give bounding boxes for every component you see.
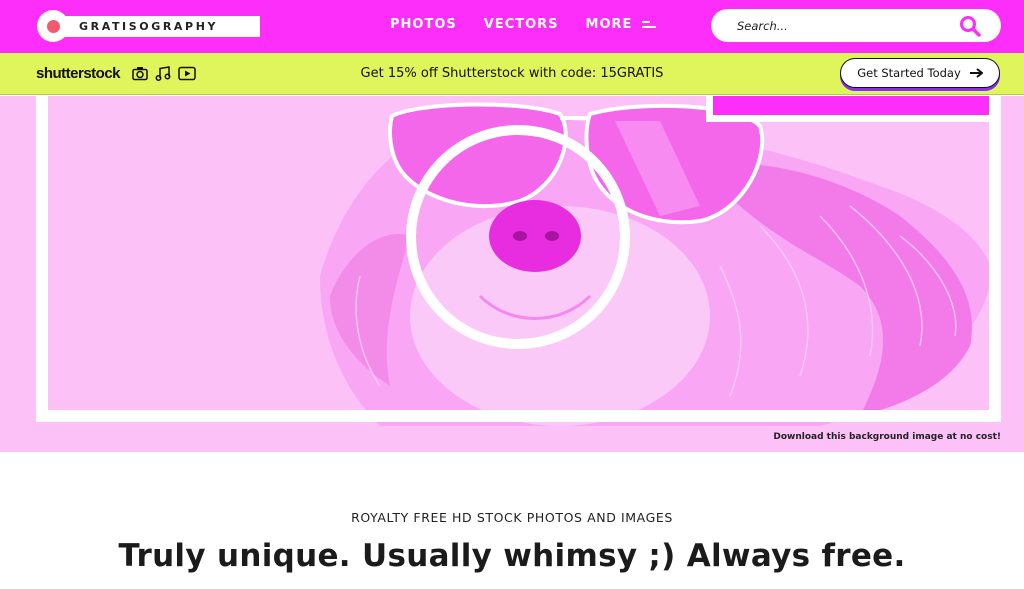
hero-banner: Download this background image at no cos…: [0, 96, 1024, 452]
hero-download-caption[interactable]: Download this background image at no cos…: [773, 432, 1001, 442]
search-icon[interactable]: [959, 15, 981, 37]
decorative-frame: [36, 96, 1001, 422]
get-started-button[interactable]: Get Started Today: [840, 58, 1000, 88]
top-navigation-bar: GRATISOGRAPHY PHOTOS VECTORS MORE: [0, 0, 1024, 53]
get-started-label: Get Started Today: [857, 66, 961, 80]
search-box: [711, 9, 1001, 42]
search-input[interactable]: [737, 16, 957, 36]
section-kicker: ROYALTY FREE HD STOCK PHOTOS AND IMAGES: [351, 510, 673, 525]
logo-text: GRATISOGRAPHY: [53, 16, 260, 37]
nav-vectors-link[interactable]: VECTORS: [484, 17, 559, 32]
nav-more-label: MORE: [585, 17, 633, 32]
arrow-right-icon: [969, 68, 983, 78]
shutterstock-promo-bar: shutterstock Get 15% off Shutterstock wi…: [0, 53, 1024, 95]
menu-lines-icon: [642, 18, 657, 31]
page-headline: Truly unique. Usually whimsy ;) Always f…: [118, 538, 906, 574]
site-logo[interactable]: GRATISOGRAPHY: [37, 10, 260, 42]
nav-more-link[interactable]: MORE: [586, 17, 657, 32]
main-nav: PHOTOS VECTORS MORE: [390, 17, 657, 32]
logo-dot: [46, 19, 60, 33]
logo-circle-icon: [37, 10, 69, 42]
nav-photos-link[interactable]: PHOTOS: [390, 17, 457, 32]
decorative-frame-tab: [706, 96, 996, 122]
